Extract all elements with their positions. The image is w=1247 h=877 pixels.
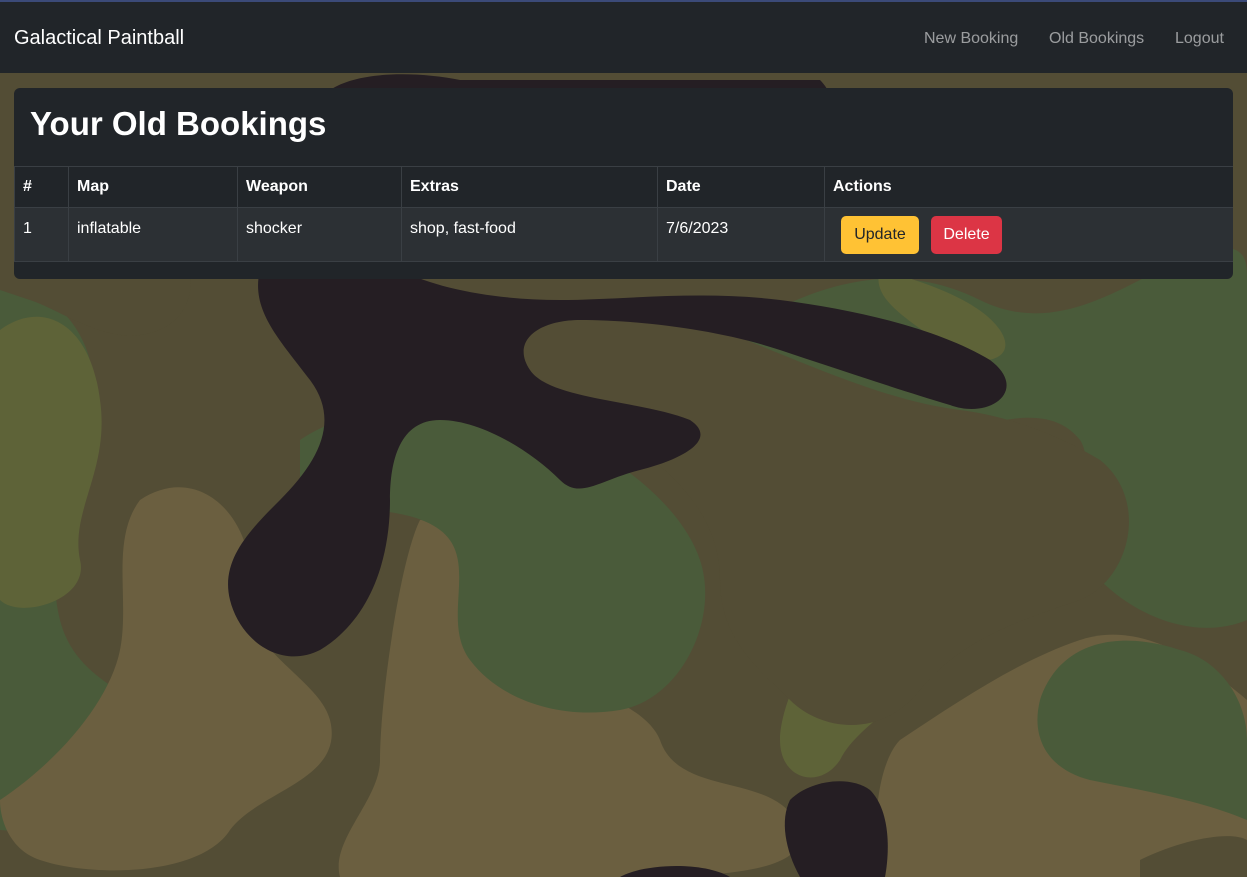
column-header-index: # bbox=[14, 166, 69, 208]
brand-link[interactable]: Galactical Paintball bbox=[14, 27, 184, 50]
cell-date: 7/6/2023 bbox=[657, 207, 825, 262]
table-header-row: # Map Weapon Extras Date Actions bbox=[14, 166, 1233, 208]
cell-index: 1 bbox=[14, 207, 69, 262]
cell-actions: Update Delete bbox=[824, 207, 1233, 262]
column-header-extras: Extras bbox=[401, 166, 658, 208]
page-title: Your Old Bookings bbox=[30, 105, 327, 142]
cell-extras: shop, fast-food bbox=[401, 207, 658, 262]
nav-logout[interactable]: Logout bbox=[1175, 30, 1224, 48]
nav-new-booking[interactable]: New Booking bbox=[924, 30, 1018, 48]
cell-map: inflatable bbox=[68, 207, 238, 262]
delete-button[interactable]: Delete bbox=[931, 216, 1002, 254]
bookings-card: Your Old Bookings # Map Weapon Extras Da… bbox=[14, 88, 1233, 279]
column-header-date: Date bbox=[657, 166, 825, 208]
column-header-map: Map bbox=[68, 166, 238, 208]
top-accent-line bbox=[0, 0, 1247, 2]
table-row: 1 inflatable shocker shop, fast-food 7/6… bbox=[14, 207, 1233, 262]
column-header-actions: Actions bbox=[824, 166, 1233, 208]
update-button[interactable]: Update bbox=[841, 216, 919, 254]
nav-old-bookings[interactable]: Old Bookings bbox=[1049, 30, 1144, 48]
navbar: Galactical Paintball New Booking Old Boo… bbox=[0, 2, 1247, 73]
bookings-table: # Map Weapon Extras Date Actions 1 infla… bbox=[14, 166, 1233, 262]
cell-weapon: shocker bbox=[237, 207, 402, 262]
column-header-weapon: Weapon bbox=[237, 166, 402, 208]
